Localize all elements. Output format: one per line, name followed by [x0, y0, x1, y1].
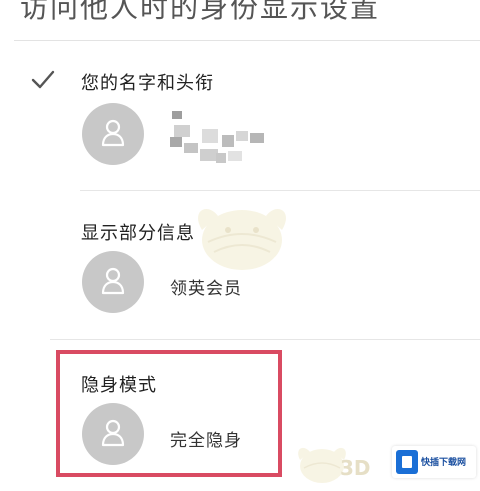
user-avatar-icon — [82, 251, 144, 313]
site-badge: 快插下载网 — [392, 446, 476, 478]
watermark-text: 3D — [340, 456, 371, 480]
pixelated-name-block — [170, 109, 280, 169]
highlight-annotation-box — [56, 350, 282, 477]
option-label: 您的名字和头衔 — [81, 73, 214, 94]
site-logo-icon — [396, 450, 418, 474]
option-name-and-headline[interactable]: 您的名字和头衔 — [0, 41, 480, 191]
checkmark-icon — [31, 70, 55, 89]
watermark-mascot-icon — [198, 208, 286, 270]
page-title: 访问他人时的身份显示设置 — [20, 0, 381, 24]
site-badge-text: 快插下载网 — [421, 458, 467, 468]
option-label: 显示部分信息 — [81, 223, 195, 244]
user-avatar-icon — [82, 103, 144, 165]
